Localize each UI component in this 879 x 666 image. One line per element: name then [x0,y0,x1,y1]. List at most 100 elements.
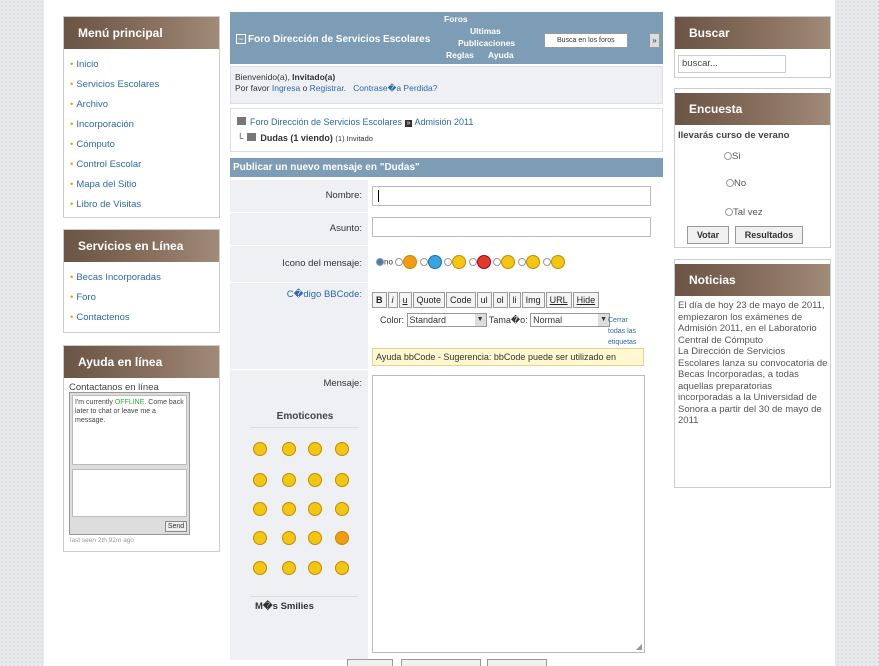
service-item-contactenos[interactable]: • Contactenos [70,308,213,328]
emoticon-happy-icon[interactable] [282,473,296,487]
icon-radio[interactable] [542,258,551,266]
nav-ayuda[interactable]: Ayuda [488,50,514,60]
bb-url-button[interactable]: URL [545,292,572,308]
poll-title: Encuesta [675,93,830,125]
nav-ultimas[interactable]: Ultimas [470,26,501,36]
login-link[interactable]: Ingresa [272,83,300,93]
crumb-separator: » [404,120,413,127]
poll-option-si[interactable]: Si [724,151,740,162]
bottom-button[interactable] [487,659,547,666]
chat-input[interactable] [72,469,187,517]
main-menu-title: Menú principal [64,17,219,49]
subject-label-cell: Asunto: [230,213,368,245]
help-title: Ayuda en línea [64,346,219,378]
bb-hide-button[interactable]: Hide [572,292,600,308]
emoticon-tongue-icon[interactable] [308,561,322,575]
register-link[interactable]: Registrar. [310,83,346,93]
forum-search-button[interactable]: » [649,33,660,48]
emoticon-laugh-icon[interactable] [335,473,349,487]
bb-quote-button[interactable]: Quote [412,292,446,308]
close-tags-link[interactable]: Cerrar todas las etiquetas [374,315,640,348]
poll-option-no[interactable]: No [726,178,746,189]
text-caret [378,190,379,202]
subject-input[interactable] [372,217,651,237]
lost-password-link[interactable]: Contrase�a Perdida? [353,83,437,93]
bb-ul-button[interactable]: ul [476,292,492,308]
bottom-button[interactable] [401,659,481,666]
bottom-button[interactable] [347,659,393,666]
chat-send-button[interactable]: Send [165,521,187,532]
bb-img-button[interactable]: Img [521,292,545,308]
menu-item-mapa[interactable]: • Mapa del Sitio [70,175,213,195]
emoticon-grin-icon[interactable] [335,442,349,456]
poll-radio[interactable] [725,208,733,217]
bb-italic-button[interactable]: i [387,292,398,308]
icon-radio[interactable] [518,258,526,266]
crumb-forum[interactable]: Foro Dirección de Servicios Escolares [250,117,402,127]
emoticon-neutral-icon[interactable] [308,502,322,516]
nav-foros[interactable]: Foros [444,14,468,24]
icon-radio[interactable] [419,258,428,266]
emoticon-angry-icon[interactable] [253,473,267,487]
icon-radio[interactable] [468,258,477,266]
emoticon-wink-icon[interactable] [308,473,322,487]
menu-item-computo[interactable]: • Cómputo [70,135,213,155]
site-search-input[interactable]: buscar... [678,55,786,73]
bb-li-button[interactable]: li [508,292,521,308]
results-button[interactable]: Resultados [735,226,803,244]
menu-item-libro[interactable]: • Libro de Visitas [70,195,213,215]
emoticon-shock-icon[interactable] [282,442,296,456]
message-textarea[interactable]: ◢ [372,375,645,653]
collapse-icon[interactable]: − [236,34,246,44]
bb-code-button[interactable]: Code [446,292,476,308]
icon-radio[interactable] [444,258,453,266]
warning-icon [403,255,418,269]
emoticon-smile-icon[interactable] [308,442,322,456]
forum-search-input[interactable]: Busca en los foros [544,33,628,48]
bb-bold-button[interactable]: B [372,292,387,308]
bullet-icon: • [70,99,74,110]
menu-item-incorporacion[interactable]: • Incorporación [70,115,213,135]
menu-item-servicios[interactable]: • Servicios Escolares [70,75,213,95]
emoticon-cry-icon[interactable] [282,502,296,516]
service-item-foro[interactable]: • Foro [70,288,213,308]
emoticon-dizzy-icon[interactable] [335,502,349,516]
menu-item-archivo[interactable]: • Archivo [70,95,213,115]
nav-reglas[interactable]: Reglas [446,50,474,60]
user-name: Invitado(a) [292,72,336,82]
poll-option-talvez[interactable]: Tal vez [725,207,763,218]
resize-handle-icon[interactable]: ◢ [636,642,642,651]
bbcode-help: Ayuda bbCode - Sugerencia: bbCode puede … [372,348,644,366]
icon-radio-no[interactable] [376,258,384,266]
bb-underline-button[interactable]: u [398,292,412,308]
menu-item-control[interactable]: • Control Escolar [70,155,213,175]
crumb-admision[interactable]: Admisión 2011 [415,117,474,127]
more-smilies-link[interactable]: M�s Smilies [251,596,357,616]
menu-item-inicio[interactable]: • Inicio [70,55,213,75]
emoticon-sad-icon[interactable] [253,502,267,516]
emoticon-mad-icon[interactable] [335,531,349,545]
emoticon-roll-icon[interactable] [282,531,296,545]
emoticon-confused-icon[interactable] [335,561,349,575]
emoticon-evil-icon[interactable] [253,561,267,575]
icon-radio[interactable] [395,258,404,266]
icon-radio[interactable] [493,258,502,266]
emoticon-eek-icon[interactable] [308,531,322,545]
message-icon-options: no [376,255,616,273]
emoticon-lol-icon[interactable] [282,561,296,575]
emoticon-cool-icon[interactable] [253,442,267,456]
forum-title[interactable]: Foro Dirección de Servicios Escolares [248,34,430,45]
nav-publicaciones[interactable]: Publicaciones [458,38,515,48]
news-item: La Dirección de Servicios Escolares lanz… [678,346,828,426]
bb-ol-button[interactable]: ol [492,292,508,308]
bullet-icon: • [70,119,74,130]
chat-message: I'm currently OFFLINE. Come back later t… [72,395,187,465]
emoticon-blush-icon[interactable] [253,531,267,545]
name-input[interactable] [372,186,651,206]
vote-button[interactable]: Votar [687,226,729,244]
forum-header: − Foro Dirección de Servicios Escolares … [230,12,663,64]
poll-radio[interactable] [724,152,732,161]
service-item-becas[interactable]: • Becas Incorporadas [70,268,213,288]
news-title: Noticias [675,264,830,296]
poll-radio[interactable] [726,179,734,188]
